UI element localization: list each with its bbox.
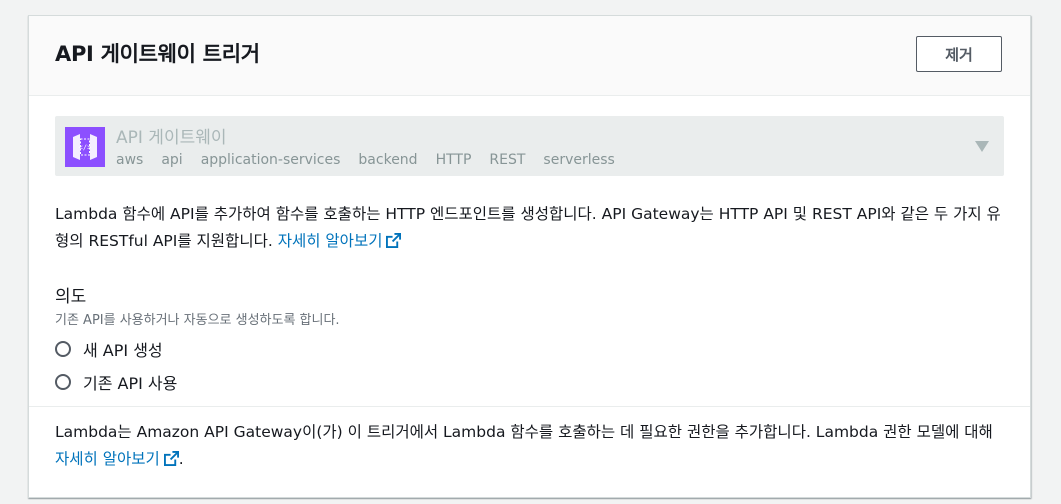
api-gateway-icon: </> [65,127,105,167]
permission-suffix: . [178,450,184,468]
permission-note: Lambda는 Amazon API Gateway이(가) 이 트리거에서 L… [55,419,1010,475]
permission-learn-more-label: 자세히 알아보기 [55,450,160,468]
service-tags: aws api application-services backend HTT… [116,152,615,168]
permission-text: Lambda는 Amazon API Gateway이(가) 이 트리거에서 L… [55,423,993,441]
radio-label: 새 API 생성 [83,341,163,360]
radio-use-existing-api[interactable]: 기존 API 사용 [55,370,177,394]
panel-title: API 게이트웨이 트리거 [55,42,260,66]
external-link-icon [386,230,402,257]
radio-button[interactable] [55,374,71,390]
radio-label: 기존 API 사용 [83,374,178,393]
service-name: API 게이트웨이 [116,128,227,148]
service-tag: application-services [200,152,341,168]
external-link-icon [163,448,179,475]
caret-down-icon [975,141,989,152]
api-gateway-trigger-panel: API 게이트웨이 트리거 제거 </> API 게이트웨이 aws api a… [28,15,1031,498]
radio-create-new-api[interactable]: 새 API 생성 [55,337,163,361]
service-tag: serverless [543,152,615,168]
service-tag: HTTP [435,152,472,168]
learn-more-link[interactable]: 자세히 알아보기 [278,232,402,250]
learn-more-link-label: 자세히 알아보기 [277,232,383,250]
service-tag: REST [489,152,526,168]
remove-button[interactable]: 제거 [916,36,1002,72]
trigger-description: Lambda 함수에 API를 추가하여 함수를 호출하는 HTTP 엔드포인트… [55,201,1010,257]
intent-label: 의도 [55,287,87,307]
panel-header: API 게이트웨이 트리거 제거 [29,16,1030,96]
service-select[interactable]: </> API 게이트웨이 aws api application-servic… [55,116,1004,176]
description-text: Lambda 함수에 API를 추가하여 함수를 호출하는 HTTP 엔드포인트… [55,205,1001,250]
permission-learn-more-link[interactable]: 자세히 알아보기 [55,450,179,468]
intent-hint: 기존 API를 사용하거나 자동으로 생성하도록 합니다. [55,313,340,328]
divider [29,406,1030,407]
svg-text:</>: </> [79,144,92,152]
service-tag: aws [116,152,144,168]
service-tag: api [161,152,183,168]
service-tag: backend [358,152,418,168]
radio-button[interactable] [55,341,71,357]
